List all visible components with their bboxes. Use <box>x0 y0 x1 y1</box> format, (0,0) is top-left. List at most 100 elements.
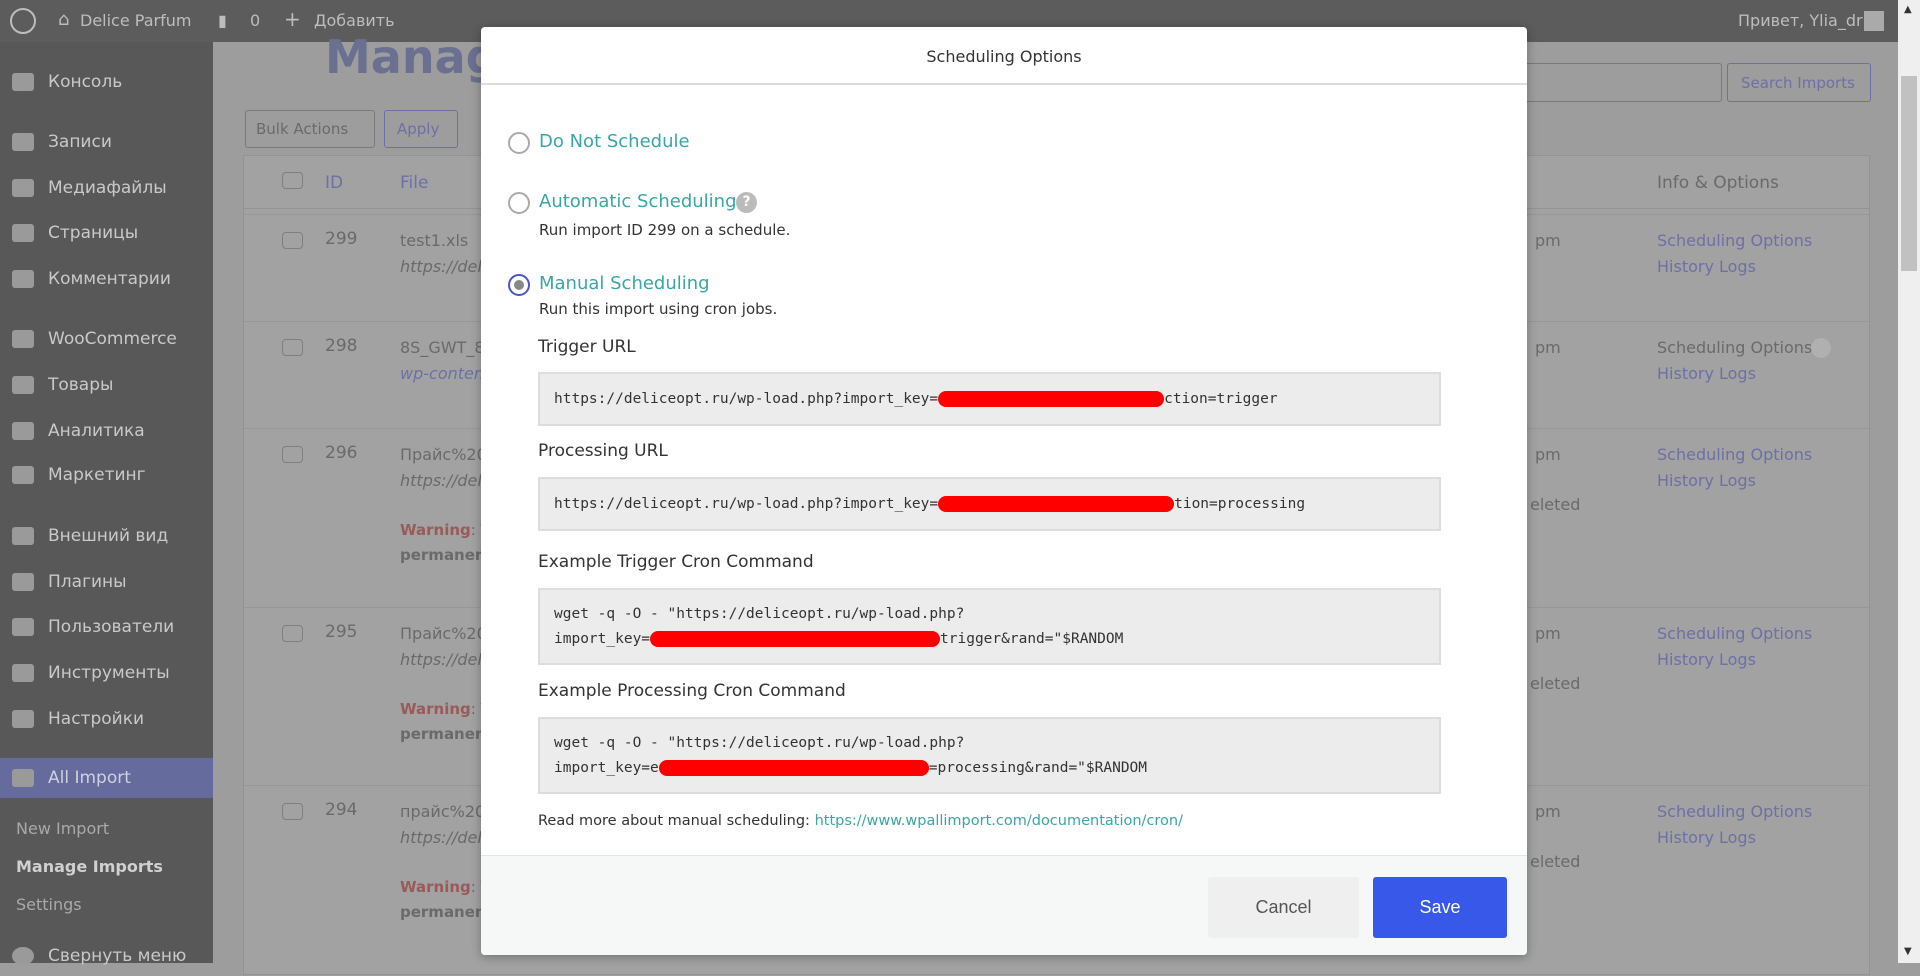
warning-label: Warning <box>400 878 471 896</box>
scrollbar-thumb[interactable] <box>1901 76 1917 271</box>
row-checkbox[interactable] <box>282 625 303 642</box>
warning-label: Warning <box>400 521 471 539</box>
processing-url-prefix: https://deliceopt.ru/wp-load.php?import_… <box>554 495 939 512</box>
user-greeting[interactable]: Привет, Ylia_dr <box>1738 11 1863 30</box>
processing-url-label: Processing URL <box>538 441 668 461</box>
megaphone-icon <box>12 466 34 484</box>
site-name-link[interactable]: Delice Parfum <box>80 11 191 30</box>
row-checkbox[interactable] <box>282 803 303 820</box>
trigger-cron-suffix: trigger&rand="$RANDOM <box>940 630 1124 647</box>
manual-scheduling-label[interactable]: Manual Scheduling <box>539 273 710 294</box>
woo-icon <box>12 330 34 348</box>
sidebar-item-12[interactable]: Инструменты <box>0 653 213 693</box>
sidebar-item-1[interactable]: Записи <box>0 122 213 162</box>
trigger-cron-box[interactable]: wget -q -O - "https://deliceopt.ru/wp-lo… <box>538 588 1441 665</box>
row-checkbox[interactable] <box>282 232 303 249</box>
row-path[interactable]: wp-content <box>400 364 490 383</box>
radio-do-not-schedule[interactable] <box>508 132 530 154</box>
column-info: Info & Options <box>1657 173 1779 193</box>
row-checkbox[interactable] <box>282 339 303 356</box>
modal-title: Scheduling Options <box>481 27 1527 85</box>
row-file: test1.xls <box>400 231 469 250</box>
search-imports-button[interactable]: Search Imports <box>1727 63 1871 102</box>
sidebar-item-5[interactable]: WooCommerce <box>0 319 213 359</box>
sidebar-item-3[interactable]: Страницы <box>0 213 213 253</box>
row-warning: Warning: T <box>400 521 490 539</box>
sidebar-item-2[interactable]: Медиафайлы <box>0 168 213 208</box>
history-logs-link[interactable]: History Logs <box>1657 471 1756 490</box>
submenu-item[interactable]: Settings <box>16 895 82 914</box>
automatic-scheduling-label[interactable]: Automatic Scheduling <box>539 191 737 212</box>
scheduling-options-link[interactable]: Scheduling Options <box>1657 231 1812 250</box>
help-icon[interactable] <box>1811 338 1831 358</box>
cron-docs-link[interactable]: https://www.wpallimport.com/documentatio… <box>815 813 1183 829</box>
sidebar-item-label: All Import <box>48 768 131 788</box>
sidebar-item-10[interactable]: Плагины <box>0 562 213 602</box>
submenu-item[interactable]: New Import <box>16 819 109 838</box>
do-not-schedule-label[interactable]: Do Not Schedule <box>539 131 690 152</box>
sidebar-item-7[interactable]: Аналитика <box>0 411 213 451</box>
row-id: 296 <box>325 443 358 463</box>
radio-manual-scheduling[interactable] <box>508 274 530 296</box>
scheduling-options-link[interactable]: Scheduling Options <box>1657 802 1812 821</box>
apply-button[interactable]: Apply <box>384 110 458 148</box>
avatar[interactable] <box>1864 11 1884 31</box>
scroll-up-arrow[interactable]: ▲ <box>1904 4 1912 15</box>
row-path: https://deli <box>400 828 487 847</box>
wrench-icon <box>12 664 34 682</box>
plugin-icon <box>12 573 34 591</box>
scheduling-options-link[interactable]: Scheduling Options <box>1657 338 1812 357</box>
page-scrollbar[interactable]: ▲ ▼ <box>1898 0 1920 963</box>
add-new-link[interactable]: Добавить <box>314 11 395 30</box>
sidebar-item-6[interactable]: Товары <box>0 365 213 405</box>
cancel-button[interactable]: Cancel <box>1208 877 1359 938</box>
automatic-scheduling-desc: Run import ID 299 on a schedule. <box>539 221 791 239</box>
collapse-menu-button[interactable]: Свернуть меню <box>0 936 213 976</box>
comments-icon <box>12 270 34 288</box>
save-button[interactable]: Save <box>1373 877 1507 938</box>
row-warning: Warning: T <box>400 878 490 896</box>
trigger-url-box[interactable]: https://deliceopt.ru/wp-load.php?import_… <box>538 372 1441 426</box>
scheduling-options-modal: Scheduling Options Do Not Schedule Autom… <box>481 27 1527 955</box>
read-more-text: Read more about manual scheduling: https… <box>538 813 1183 829</box>
help-icon[interactable]: ? <box>736 192 757 213</box>
sidebar-item-label: Аналитика <box>48 421 145 441</box>
sidebar-item-label: WooCommerce <box>48 329 177 349</box>
history-logs-link[interactable]: History Logs <box>1657 650 1756 669</box>
sidebar-item-4[interactable]: Комментарии <box>0 259 213 299</box>
select-all-checkbox[interactable] <box>282 172 303 189</box>
bulk-actions-select[interactable]: Bulk Actions <box>245 110 375 148</box>
column-file[interactable]: File <box>400 173 428 193</box>
history-logs-link[interactable]: History Logs <box>1657 364 1756 383</box>
sidebar-item-14[interactable]: All Import <box>0 758 213 798</box>
scroll-down-arrow[interactable]: ▼ <box>1904 946 1912 957</box>
sidebar-item-0[interactable]: Консоль <box>0 62 213 102</box>
processing-cron-label: Example Processing Cron Command <box>538 681 846 701</box>
row-path: https://deli <box>400 650 487 669</box>
wordpress-logo-icon[interactable] <box>10 8 36 34</box>
sidebar-item-label: Маркетинг <box>48 465 146 485</box>
trigger-cron-line1: wget -q -O - "https://deliceopt.ru/wp-lo… <box>554 605 965 622</box>
row-checkbox[interactable] <box>282 446 303 463</box>
scheduling-options-link[interactable]: Scheduling Options <box>1657 445 1812 464</box>
row-time: pm <box>1535 802 1561 821</box>
sidebar-item-label: Медиафайлы <box>48 178 167 198</box>
submenu-item[interactable]: Manage Imports <box>16 857 163 876</box>
sidebar-item-8[interactable]: Маркетинг <box>0 455 213 495</box>
comments-count[interactable]: 0 <box>250 11 260 30</box>
row-warning: Warning: T <box>400 700 490 718</box>
trigger-cron-prefix: import_key= <box>554 630 651 647</box>
processing-cron-box[interactable]: wget -q -O - "https://deliceopt.ru/wp-lo… <box>538 717 1441 794</box>
admin-sidebar: Консоль Записи Медиафайлы Страницы Комментар… <box>0 42 213 966</box>
history-logs-link[interactable]: History Logs <box>1657 828 1756 847</box>
scheduling-options-link[interactable]: Scheduling Options <box>1657 624 1812 643</box>
history-logs-link[interactable]: History Logs <box>1657 257 1756 276</box>
processing-url-box[interactable]: https://deliceopt.ru/wp-load.php?import_… <box>538 477 1441 531</box>
sidebar-item-11[interactable]: Пользователи <box>0 607 213 647</box>
column-id[interactable]: ID <box>325 173 343 193</box>
sidebar-item-label: Инструменты <box>48 663 170 683</box>
comments-icon[interactable]: ▮ <box>218 11 227 30</box>
sidebar-item-9[interactable]: Внешний вид <box>0 516 213 556</box>
sidebar-item-13[interactable]: Настройки <box>0 699 213 739</box>
radio-automatic-scheduling[interactable] <box>508 192 530 214</box>
